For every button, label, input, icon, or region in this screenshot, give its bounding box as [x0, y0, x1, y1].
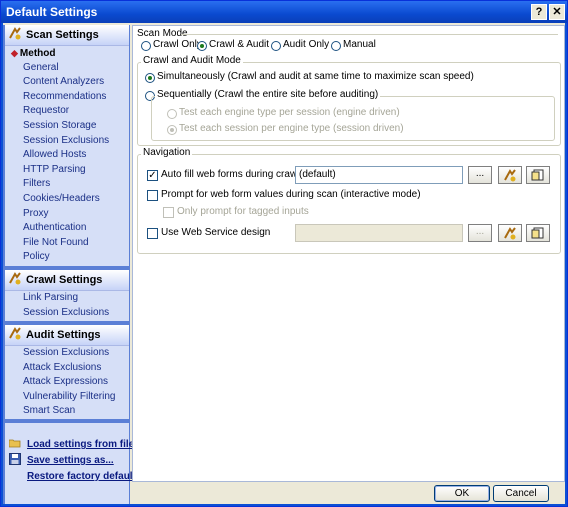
sidebar-item-session-storage[interactable]: Session Storage: [5, 119, 129, 134]
sidebar-item-general[interactable]: General: [5, 61, 129, 76]
sidebar-item-content-analyzers[interactable]: Content Analyzers: [5, 75, 129, 90]
sidebar-item-authentication[interactable]: Authentication: [5, 221, 129, 236]
scan-mode-divider: [181, 34, 558, 35]
save-settings-link[interactable]: Save settings as...: [5, 453, 129, 469]
document-icon: [531, 227, 544, 239]
crawl-settings-header[interactable]: Crawl Settings: [5, 270, 129, 291]
session-driven-label[interactable]: Test each session per engine type (sessi…: [179, 123, 404, 134]
prompt-values-label[interactable]: Prompt for web form values during scan (…: [161, 189, 421, 200]
sidebar-item-audit-session-exclusions[interactable]: Session Exclusions: [5, 346, 129, 361]
web-service-label[interactable]: Use Web Service design: [161, 227, 270, 238]
crawl-only-radio[interactable]: [141, 41, 151, 51]
auto-fill-value-field[interactable]: (default): [295, 166, 463, 184]
scan-mode-label: Scan Mode: [137, 28, 188, 39]
sidebar-item-smart-scan[interactable]: Smart Scan: [5, 404, 129, 419]
crawl-settings-title: Crawl Settings: [26, 274, 103, 286]
sidebar-item-session-exclusions[interactable]: Session Exclusions: [5, 134, 129, 149]
cancel-button[interactable]: Cancel: [493, 485, 549, 502]
web-service-checkbox[interactable]: [147, 228, 158, 239]
crawl-settings-panel: Crawl Settings Link Parsing Session Excl…: [5, 270, 129, 321]
web-service-open-button[interactable]: [526, 224, 550, 242]
edit-tool-icon: [504, 227, 516, 240]
audit-only-radio[interactable]: [271, 41, 281, 51]
engine-driven-label[interactable]: Test each engine type per session (engin…: [179, 107, 400, 118]
method-settings-content: Scan Mode Crawl Only Crawl & Audit Audit…: [132, 25, 565, 482]
sidebar-item-proxy[interactable]: Proxy: [5, 207, 129, 222]
sidebar-item-http-parsing[interactable]: HTTP Parsing: [5, 163, 129, 178]
web-service-edit-button[interactable]: [498, 224, 522, 242]
session-driven-radio[interactable]: [167, 125, 177, 135]
web-service-field[interactable]: [295, 224, 463, 242]
crawl-audit-mode-label: Crawl and Audit Mode: [141, 55, 243, 66]
sidebar-item-filters[interactable]: Filters: [5, 177, 129, 192]
scan-settings-panel: Scan Settings ◆ Method General Content An…: [5, 25, 129, 266]
sidebar-item-cookies-headers[interactable]: Cookies/Headers: [5, 192, 129, 207]
close-button[interactable]: ✕: [549, 4, 565, 20]
sidebar-item-allowed-hosts[interactable]: Allowed Hosts: [5, 148, 129, 163]
sidebar-item-recommendations[interactable]: Recommendations: [5, 90, 129, 105]
dialog-client: Scan Settings ◆ Method General Content An…: [3, 23, 565, 504]
audit-only-label[interactable]: Audit Only: [283, 39, 329, 50]
sidebar-item-link-parsing[interactable]: Link Parsing: [5, 291, 129, 306]
audit-settings-title: Audit Settings: [26, 329, 101, 341]
sidebar-item-attack-expressions[interactable]: Attack Expressions: [5, 375, 129, 390]
settings-sidebar: Scan Settings ◆ Method General Content An…: [3, 25, 143, 504]
edit-tool-icon: [504, 169, 516, 182]
restore-defaults-link[interactable]: Restore factory defaults: [5, 469, 141, 485]
folder-icon: [9, 439, 21, 448]
load-settings-link[interactable]: Load settings from file...: [5, 437, 143, 453]
save-icon: [9, 453, 21, 465]
audit-settings-header[interactable]: Audit Settings: [5, 325, 129, 346]
scan-settings-icon: [9, 27, 21, 40]
scan-settings-header[interactable]: Scan Settings: [5, 25, 129, 46]
auto-fill-edit-button[interactable]: [498, 166, 522, 184]
engine-driven-radio[interactable]: [167, 109, 177, 119]
sidebar-item-label: Method: [19, 48, 56, 59]
sequential-group: [151, 96, 555, 141]
sidebar-item-file-not-found[interactable]: File Not Found: [5, 236, 129, 251]
simultaneous-radio[interactable]: [145, 73, 155, 83]
ok-button[interactable]: OK: [434, 485, 490, 502]
crawl-only-label[interactable]: Crawl Only: [153, 39, 202, 50]
prompt-values-checkbox[interactable]: [147, 190, 158, 201]
auto-fill-label[interactable]: Auto fill web forms during crawl: [161, 169, 299, 180]
manual-radio[interactable]: [331, 41, 341, 51]
sidebar-links-panel: Load settings from file... Save settings…: [5, 423, 143, 504]
document-icon: [531, 169, 544, 181]
sidebar-item-vulnerability-filtering[interactable]: Vulnerability Filtering: [5, 390, 129, 405]
audit-settings-icon: [9, 327, 21, 340]
simultaneous-label[interactable]: Simultaneously (Crawl and audit at same …: [157, 71, 474, 82]
manual-label[interactable]: Manual: [343, 39, 376, 50]
sidebar-item-policy[interactable]: Policy: [5, 250, 129, 265]
sidebar-item-crawl-session-exclusions[interactable]: Session Exclusions: [5, 306, 129, 321]
load-settings-label: Load settings from file...: [27, 439, 143, 450]
audit-settings-panel: Audit Settings Session Exclusions Attack…: [5, 325, 129, 419]
save-settings-label: Save settings as...: [27, 455, 114, 466]
sidebar-item-attack-exclusions[interactable]: Attack Exclusions: [5, 361, 129, 376]
scan-settings-title: Scan Settings: [26, 29, 99, 41]
window-title: Default Settings: [6, 5, 98, 19]
sidebar-item-requestor[interactable]: Requestor: [5, 104, 129, 119]
sidebar-item-method[interactable]: ◆ Method: [5, 46, 129, 61]
web-service-browse-button[interactable]: ...: [468, 224, 492, 242]
crawl-audit-radio[interactable]: [197, 41, 207, 51]
title-bar: Default Settings ? ✕: [1, 1, 567, 23]
help-button[interactable]: ?: [531, 4, 547, 20]
settings-window: Default Settings ? ✕ Scan Settings ◆ Meth…: [0, 0, 568, 507]
crawl-audit-label[interactable]: Crawl & Audit: [209, 39, 269, 50]
selected-arrow-icon: ◆: [11, 48, 18, 58]
sequential-label[interactable]: Sequentially (Crawl the entire site befo…: [155, 89, 381, 100]
only-tagged-label[interactable]: Only prompt for tagged inputs: [177, 206, 309, 217]
auto-fill-open-button[interactable]: [526, 166, 550, 184]
crawl-settings-icon: [9, 272, 21, 285]
only-tagged-checkbox[interactable]: [163, 207, 174, 218]
navigation-label: Navigation: [141, 147, 193, 158]
auto-fill-browse-button[interactable]: ...: [468, 166, 492, 184]
auto-fill-checkbox[interactable]: ✓: [147, 170, 158, 181]
